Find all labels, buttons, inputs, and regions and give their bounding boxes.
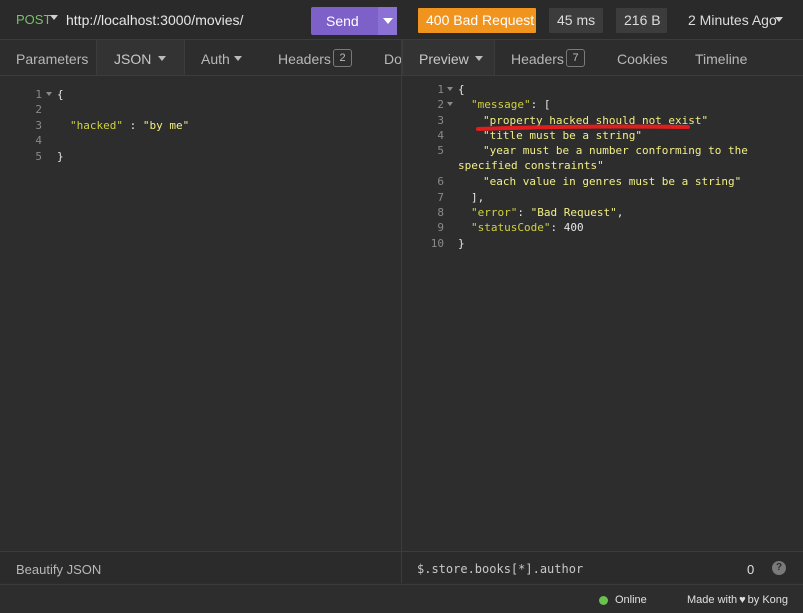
time-caret-icon[interactable] [775, 17, 783, 22]
code-line: "error": "Bad Request", [471, 206, 624, 219]
response-size-text: 216 B [624, 12, 661, 28]
help-icon[interactable]: ? [772, 561, 786, 575]
error-message-year-cont: specified constraints" [458, 159, 604, 172]
headers-count-badge: 2 [333, 49, 352, 67]
response-time-text: 45 ms [557, 12, 596, 28]
tab-json[interactable]: JSON [96, 40, 185, 75]
line-number: 9 [437, 221, 444, 234]
tab-headers[interactable]: Headers 2 [262, 40, 362, 75]
send-dropdown-button[interactable] [378, 7, 397, 35]
tab-label: Timeline [695, 51, 748, 67]
line-number: 5 [35, 150, 42, 163]
error-message-genres: "each value in genres must be a string" [483, 175, 742, 188]
tab-label: Preview [419, 51, 469, 67]
fold-caret-icon[interactable] [447, 87, 453, 91]
made-with-suffix: by Kong [747, 594, 789, 606]
code-bracket: ], [471, 191, 485, 204]
tab-cookies[interactable]: Cookies [601, 40, 679, 75]
heart-icon: ♥ [739, 594, 746, 606]
line-number: 1 [35, 88, 42, 101]
status-text: 400 Bad Request [426, 12, 535, 28]
send-label: Send [326, 13, 359, 29]
tab-label: Auth [201, 51, 230, 67]
response-size: 216 B [616, 8, 667, 33]
json-value: 400 [563, 221, 584, 234]
line-number: 8 [437, 206, 444, 219]
tab-label: Headers [278, 51, 331, 67]
tab-label: JSON [114, 51, 152, 67]
tab-caret-icon [158, 56, 166, 61]
json-key: "hacked" [70, 119, 123, 132]
tab-timeline[interactable]: Timeline [679, 40, 759, 75]
url-input[interactable]: http://localhost:3000/movies/ [66, 12, 243, 28]
line-number: 1 [437, 83, 444, 96]
line-number: 6 [437, 175, 444, 188]
status-footer: Online Made with ♥ by Kong [0, 584, 803, 613]
line-number: 5 [437, 144, 444, 157]
response-time: 45 ms [549, 8, 603, 33]
request-tabs: Parameters JSON Auth Headers 2 Do [0, 40, 401, 76]
tab-auth[interactable]: Auth [185, 40, 255, 75]
made-with-prefix: Made with [687, 594, 738, 606]
json-key: "error" [471, 206, 518, 219]
code-line: "hacked" : "by me" [70, 119, 189, 132]
line-number: 4 [35, 134, 42, 147]
line-number: 7 [437, 191, 444, 204]
line-number: 3 [437, 114, 444, 127]
code-line: "statusCode": 400 [471, 221, 584, 234]
request-footer: Beautify JSON [0, 551, 401, 583]
beautify-json-button[interactable]: Beautify JSON [16, 562, 101, 577]
method-caret-icon[interactable] [50, 15, 58, 20]
line-number: 3 [35, 119, 42, 132]
online-status: Online [615, 594, 647, 606]
json-punct: : [ [530, 98, 551, 111]
send-button[interactable]: Send [311, 7, 397, 35]
tab-label: Cookies [617, 51, 668, 67]
line-number: 10 [430, 237, 444, 250]
error-message-year: "year must be a number conforming to the [483, 144, 748, 157]
method-selector[interactable]: POST [16, 12, 51, 27]
made-with-kong[interactable]: Made with ♥ by Kong [687, 594, 788, 606]
request-bar: POST http://localhost:3000/movies/ Send … [0, 0, 803, 40]
status-badge: 400 Bad Request [418, 8, 536, 33]
request-body-editor[interactable]: 1 2 3 4 5 { "hacked" : "by me" } [0, 77, 401, 550]
code-brace: { [458, 83, 465, 96]
json-key: "statusCode" [471, 221, 551, 234]
red-underline-annotation [476, 124, 690, 131]
code-line: "message": [ [471, 98, 550, 111]
response-footer: $.store.books[*].author 0 ? [402, 551, 803, 583]
response-preview[interactable]: 1 2 3 4 5 6 7 8 9 10 { "message": [ "pro… [402, 77, 803, 550]
json-sep: : [122, 119, 143, 132]
json-value: "Bad Request" [530, 206, 617, 219]
tab-preview[interactable]: Preview [402, 40, 495, 75]
tab-caret-icon [475, 56, 483, 61]
json-value: "by me" [142, 119, 190, 132]
tab-caret-icon [234, 56, 242, 61]
tab-parameters[interactable]: Parameters [0, 40, 96, 75]
code-brace: } [458, 237, 465, 250]
tab-label: Do [384, 51, 401, 67]
response-tabs: Preview Headers 7 Cookies Timeline [402, 40, 803, 76]
fold-caret-icon[interactable] [46, 92, 52, 96]
send-dropdown-icon [383, 18, 393, 24]
tab-response-headers[interactable]: Headers 7 [495, 40, 601, 75]
tab-label: Headers [511, 51, 564, 67]
tab-docs[interactable]: Do [370, 40, 401, 75]
response-headers-count-badge: 7 [566, 49, 585, 67]
tab-label: Parameters [16, 51, 89, 67]
line-number: 4 [437, 129, 444, 142]
line-number: 2 [437, 98, 444, 111]
code-brace: { [57, 88, 64, 101]
line-number: 2 [35, 103, 42, 116]
filter-result-count: 0 [747, 562, 755, 577]
response-history[interactable]: 2 Minutes Ago [688, 12, 777, 28]
response-filter-input[interactable]: $.store.books[*].author [417, 562, 583, 576]
code-brace: } [57, 150, 64, 163]
fold-caret-icon[interactable] [447, 102, 453, 106]
json-key: "message" [471, 98, 531, 111]
online-status-icon [599, 596, 608, 605]
